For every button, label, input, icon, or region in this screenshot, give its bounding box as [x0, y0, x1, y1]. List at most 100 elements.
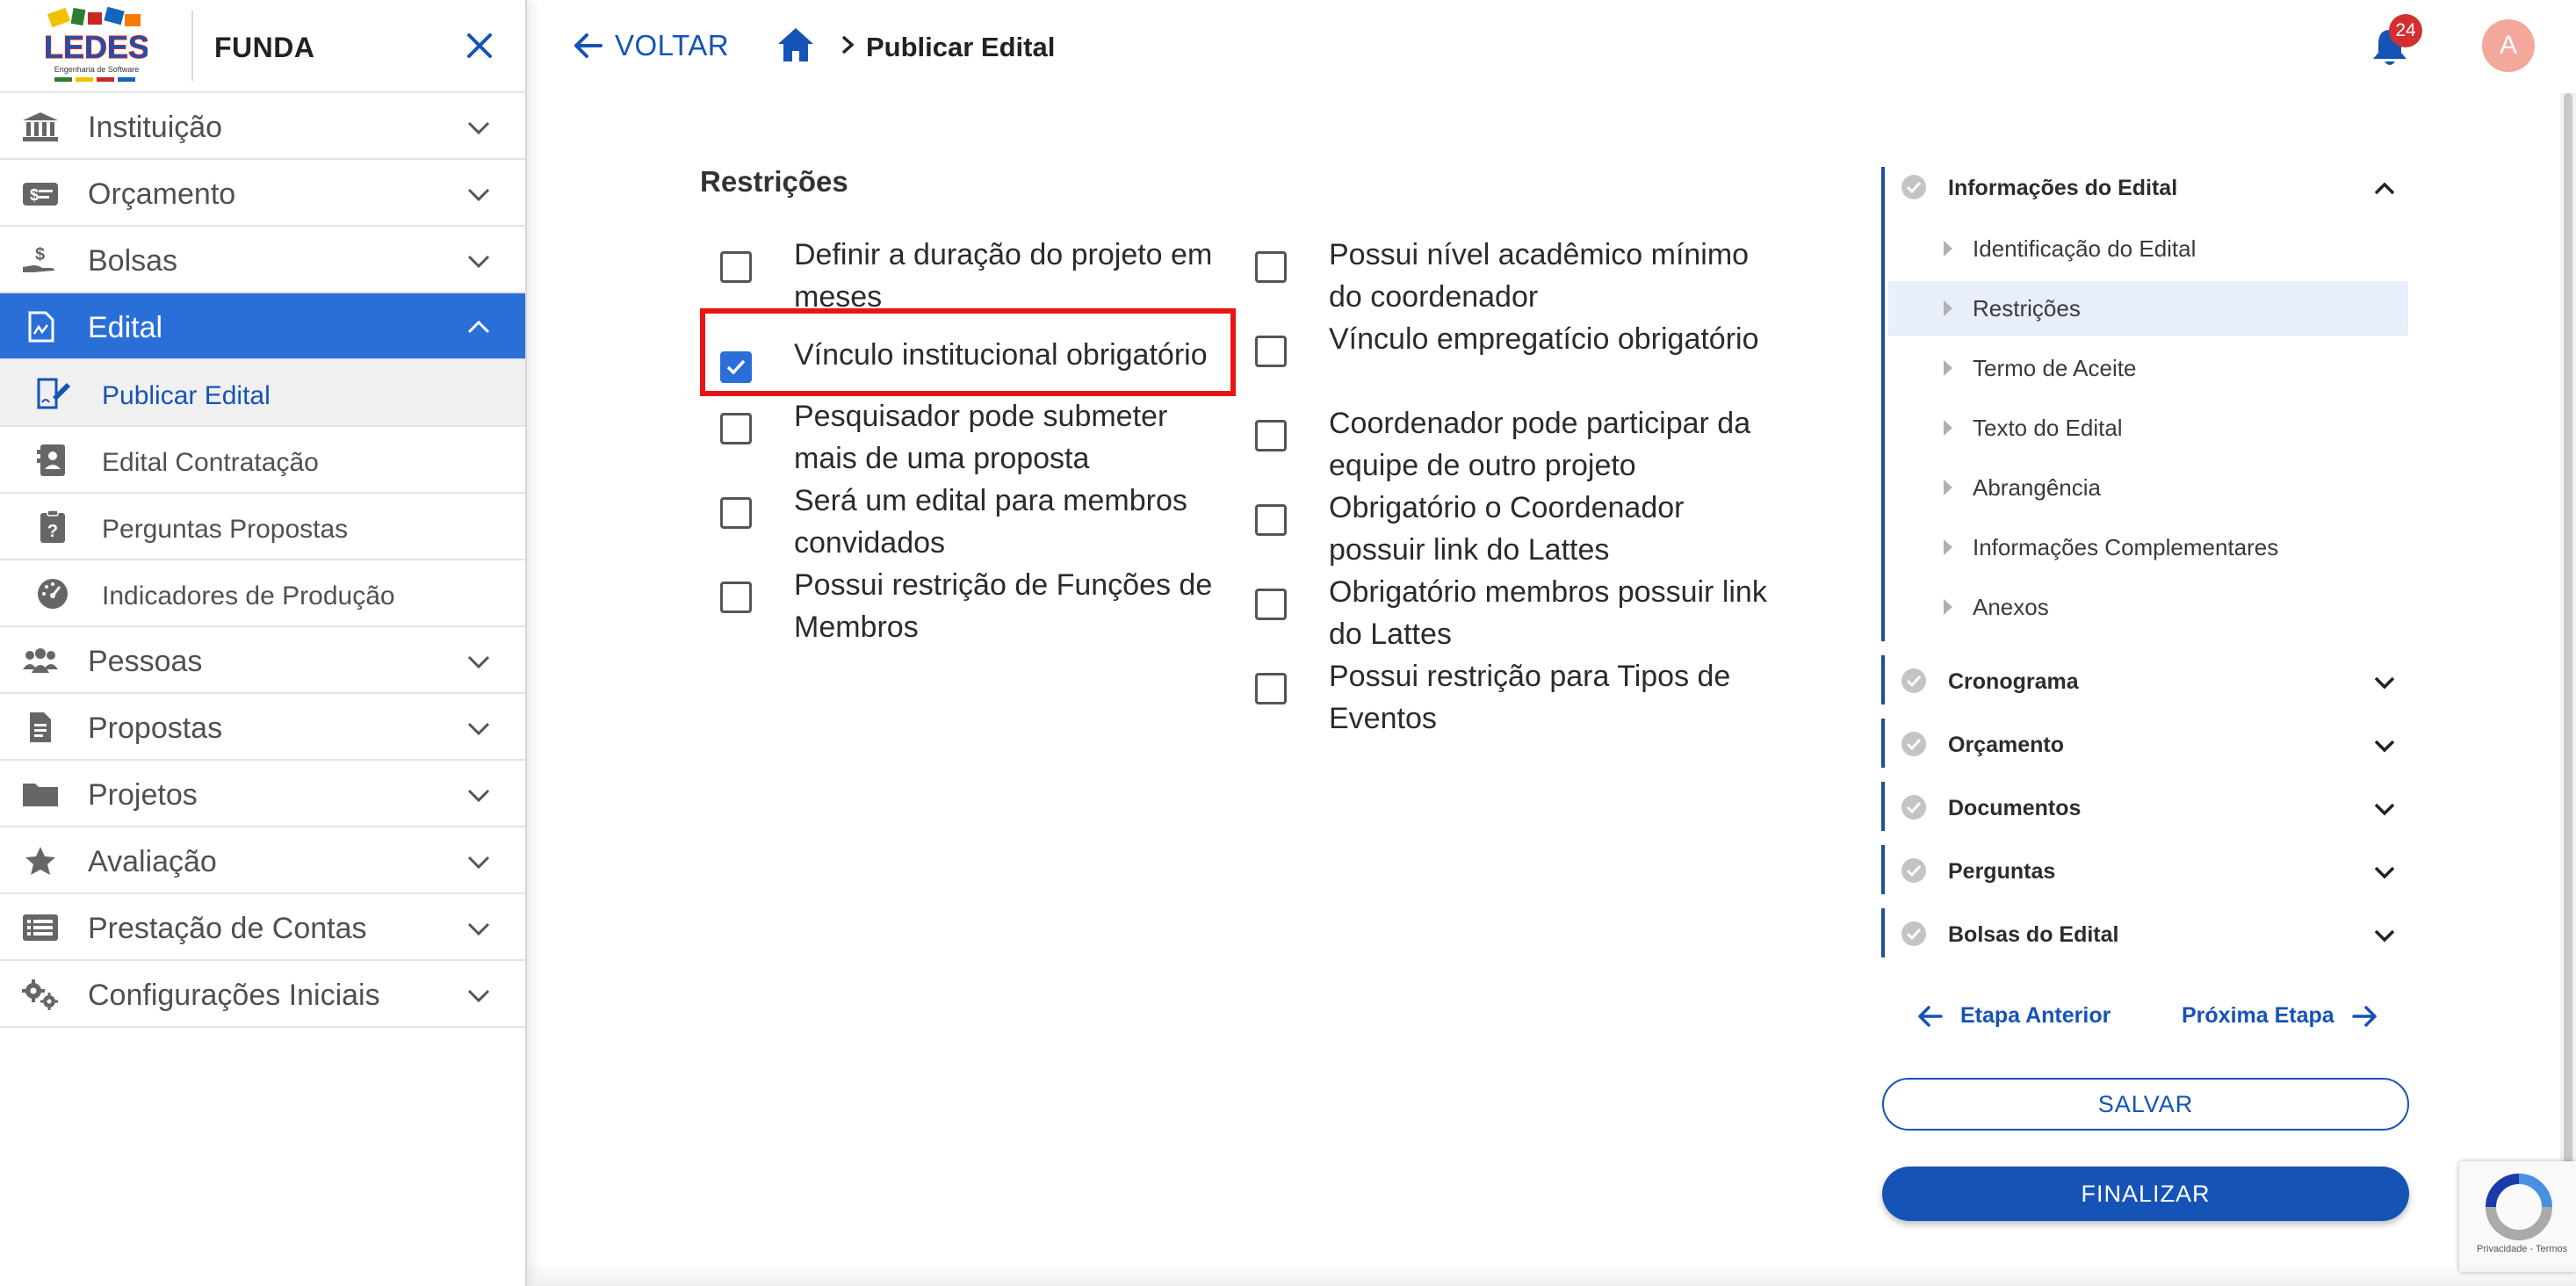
- breadcrumb-current: Publicar Edital: [866, 32, 1056, 62]
- sidebar-subitem-perguntas-propostas[interactable]: ? Perguntas Propostas: [0, 494, 525, 560]
- checkbox[interactable]: [1255, 336, 1287, 367]
- star-icon: [25, 847, 55, 875]
- sidebar-subitem-edital-contratacao[interactable]: Edital Contratação: [0, 427, 525, 494]
- close-sidebar-icon[interactable]: [460, 26, 499, 65]
- substep-label: Informações Complementares: [1973, 534, 2279, 560]
- checkbox-membros-lattes[interactable]: Obrigatório membros possuir link do Latt…: [1255, 571, 1786, 655]
- caret-right-icon: [1944, 420, 1952, 436]
- checkbox-duracao-projeto[interactable]: Definir a duração do projeto em meses: [720, 234, 1224, 318]
- check-circle-icon: [1901, 921, 1926, 946]
- sidebar-item-projetos[interactable]: Projetos: [0, 761, 525, 827]
- checkbox-label: Obrigatório membros possuir link do Latt…: [1329, 575, 1767, 651]
- caret-right-icon: [1944, 599, 1952, 615]
- sidebar-item-avaliacao[interactable]: Avaliação: [0, 827, 525, 894]
- sidebar-subitem-label: Publicar Edital: [102, 381, 271, 410]
- checkbox-coordenador-outro-projeto[interactable]: Coordenador pode participar da equipe de…: [1255, 402, 1786, 487]
- checkbox-checked[interactable]: [720, 351, 752, 383]
- substep-restricoes[interactable]: Restrições: [1888, 281, 2408, 336]
- step-bolsas-edital[interactable]: Bolsas do Edital: [1888, 908, 2408, 961]
- substep-texto-edital[interactable]: Texto do Edital: [1888, 401, 2408, 455]
- sidebar-item-instituicao[interactable]: Instituição: [0, 93, 525, 160]
- checkbox[interactable]: [720, 251, 752, 283]
- avatar[interactable]: A: [2482, 19, 2535, 72]
- step-perguntas[interactable]: Perguntas: [1888, 845, 2408, 898]
- checkbox[interactable]: [720, 497, 752, 529]
- next-step-label: Próxima Etapa: [2182, 1003, 2334, 1028]
- checkbox[interactable]: [720, 582, 752, 613]
- scrollbar-thumb[interactable]: [2564, 93, 2572, 1235]
- checkmark-icon: [726, 359, 746, 375]
- sidebar-item-bolsas[interactable]: $ Bolsas: [0, 227, 525, 293]
- sidebar-item-orcamento[interactable]: $ Orçamento: [0, 160, 525, 227]
- substep-identificacao[interactable]: Identificação do Edital: [1888, 221, 2408, 276]
- checkbox[interactable]: [1255, 589, 1287, 620]
- step-documentos[interactable]: Documentos: [1888, 782, 2408, 834]
- back-button[interactable]: VOLTAR: [571, 28, 729, 63]
- substep-informacoes-complementares[interactable]: Informações Complementares: [1888, 520, 2408, 574]
- chevron-down-icon: [467, 922, 490, 936]
- sidebar-subitem-publicar-edital[interactable]: Publicar Edital: [0, 360, 525, 427]
- top-bar: VOLTAR Publicar Edital 24 A: [527, 0, 2576, 93]
- sidebar-subitem-indicadores-producao[interactable]: Indicadores de Produção: [0, 560, 525, 627]
- previous-step-label: Etapa Anterior: [1960, 1003, 2111, 1028]
- sidebar-item-prestacao-contas[interactable]: Prestação de Contas: [0, 894, 525, 961]
- chevron-down-icon: [2374, 929, 2395, 943]
- substep-anexos[interactable]: Anexos: [1888, 580, 2408, 634]
- save-button[interactable]: SALVAR: [1882, 1078, 2409, 1131]
- checkbox[interactable]: [1255, 673, 1287, 704]
- folder-icon: [23, 784, 58, 806]
- app-name: FUNDA: [214, 32, 315, 63]
- money-icon: $: [23, 183, 58, 206]
- sidebar-item-pessoas[interactable]: Pessoas: [0, 627, 525, 694]
- next-step-button[interactable]: Próxima Etapa: [2182, 1003, 2378, 1029]
- checkbox-coordenador-lattes[interactable]: Obrigatório o Coordenador possuir link d…: [1255, 487, 1786, 571]
- caret-right-icon: [1944, 539, 1952, 555]
- step-label: Cronograma: [1948, 669, 2079, 694]
- substep-termo-aceite[interactable]: Termo de Aceite: [1888, 341, 2408, 395]
- checkbox-vinculo-empregaticio[interactable]: Vínculo empregatício obrigatório: [1255, 318, 1786, 367]
- sidebar-item-configuracoes-iniciais[interactable]: Configurações Iniciais: [0, 961, 525, 1028]
- chevron-down-icon: [467, 188, 490, 202]
- step-informacoes-edital[interactable]: Informações do Edital: [1888, 162, 2408, 214]
- finish-button[interactable]: FINALIZAR: [1882, 1167, 2409, 1221]
- step-orcamento[interactable]: Orçamento: [1888, 719, 2408, 771]
- substep-abrangencia[interactable]: Abrangência: [1888, 460, 2408, 515]
- sidebar-item-label: Propostas: [88, 712, 223, 745]
- checkbox-vinculo-institucional[interactable]: Vínculo institucional obrigatório: [720, 334, 1251, 383]
- contact-card-icon: [37, 444, 65, 476]
- checkbox[interactable]: [720, 413, 752, 444]
- step-label: Orçamento: [1948, 733, 2064, 757]
- check-circle-icon: [1901, 668, 1926, 693]
- chevron-down-icon: [467, 655, 490, 669]
- bottom-edge: [527, 1261, 2576, 1286]
- checkbox[interactable]: [1255, 251, 1287, 283]
- sidebar-item-propostas[interactable]: Propostas: [0, 694, 525, 761]
- checkbox-submeter-mais-proposta[interactable]: Pesquisador pode submeter mais de uma pr…: [720, 395, 1224, 480]
- checkbox-label: Coordenador pode participar da equipe de…: [1329, 407, 1751, 482]
- chevron-down-icon: [2374, 740, 2395, 753]
- recaptcha-badge[interactable]: Privacidade - Termos: [2459, 1161, 2576, 1272]
- list-icon: [23, 914, 58, 941]
- checkbox-funcoes-membros[interactable]: Possui restrição de Funções de Membros: [720, 564, 1224, 648]
- step-cronograma[interactable]: Cronograma: [1888, 655, 2408, 708]
- chevron-down-icon: [467, 989, 490, 1003]
- people-icon: [23, 648, 58, 673]
- checkbox-label: Possui nível acadêmico mínimo do coorden…: [1329, 238, 1750, 314]
- sidebar-item-edital[interactable]: Edital: [0, 293, 525, 360]
- page-scrollbar[interactable]: [2560, 93, 2576, 1235]
- checkbox-nivel-academico[interactable]: Possui nível acadêmico mínimo do coorden…: [1255, 234, 1786, 318]
- checkbox-membros-convidados[interactable]: Será um edital para membros convidados: [720, 480, 1224, 564]
- home-icon[interactable]: [776, 26, 815, 63]
- section-title: Restrições: [700, 165, 848, 198]
- hand-money-icon: $: [23, 245, 54, 272]
- checkbox[interactable]: [1255, 504, 1287, 536]
- ledes-logo: LEDES Engenharia de Software: [46, 7, 148, 86]
- back-label: VOLTAR: [615, 29, 730, 61]
- checkbox[interactable]: [1255, 420, 1287, 452]
- step-label: Informações do Edital: [1948, 176, 2178, 200]
- previous-step-button[interactable]: Etapa Anterior: [1916, 1003, 2111, 1029]
- checkbox-tipos-eventos[interactable]: Possui restrição para Tipos de Eventos: [1255, 655, 1786, 740]
- caret-right-icon: [1944, 480, 1952, 495]
- arrow-right-icon: [2351, 1005, 2377, 1027]
- substep-label: Restrições: [1973, 295, 2081, 322]
